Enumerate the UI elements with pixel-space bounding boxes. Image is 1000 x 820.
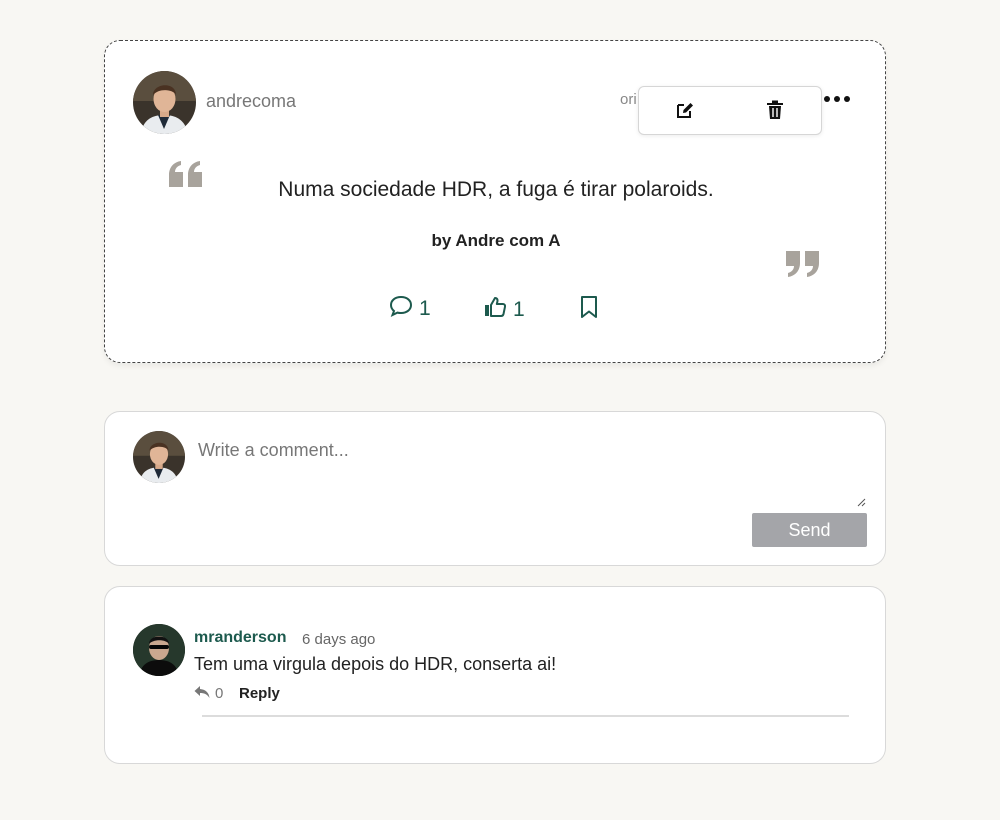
comment-timestamp: 6 days ago (302, 631, 376, 648)
edit-icon (675, 100, 695, 125)
likes-count: 1 (513, 298, 525, 321)
quote-card: andrecoma ori Numa sociedade HDR, a fuga… (104, 40, 886, 363)
comment-body: Tem uma virgula depois do HDR, conserta … (194, 654, 557, 674)
comment-icon (389, 295, 413, 323)
reply-icon[interactable] (194, 685, 210, 704)
author-avatar[interactable] (133, 71, 196, 134)
like-button[interactable]: 1 (483, 295, 525, 325)
quote-text: Numa sociedade HDR, a fuga é tirar polar… (278, 178, 714, 201)
bookmark-button[interactable] (579, 295, 599, 325)
reply-button[interactable]: Reply (239, 685, 280, 702)
quote-actions-popup (638, 86, 822, 135)
comment-divider (202, 715, 849, 717)
bookmark-icon (579, 295, 599, 325)
thumbs-up-icon (483, 295, 507, 325)
comments-button[interactable]: 1 (389, 295, 431, 323)
delete-button[interactable] (762, 99, 788, 125)
comment-actions: 0 Reply (194, 685, 314, 703)
more-icon-dot (834, 96, 840, 102)
comment-composer: Send (104, 411, 886, 566)
quote-stats: 1 1 (389, 295, 629, 323)
more-options-button[interactable] (824, 89, 850, 109)
current-user-avatar (133, 431, 185, 483)
commenter-avatar[interactable] (133, 624, 185, 676)
comment-input[interactable] (198, 440, 870, 502)
commenter-name[interactable]: mranderson (194, 629, 286, 647)
author-name[interactable]: andrecoma (206, 91, 296, 112)
more-icon-dot (844, 96, 850, 102)
comment-item: mranderson 6 days ago Tem uma virgula de… (104, 586, 886, 764)
resize-handle-icon[interactable] (856, 494, 866, 507)
quote-byline: by Andre com A (431, 231, 561, 250)
comments-count: 1 (419, 297, 431, 320)
send-button[interactable]: Send (752, 513, 867, 547)
reply-count: 0 (215, 685, 224, 702)
trash-icon (766, 100, 784, 125)
edit-button[interactable] (672, 99, 698, 125)
more-icon (824, 96, 830, 102)
